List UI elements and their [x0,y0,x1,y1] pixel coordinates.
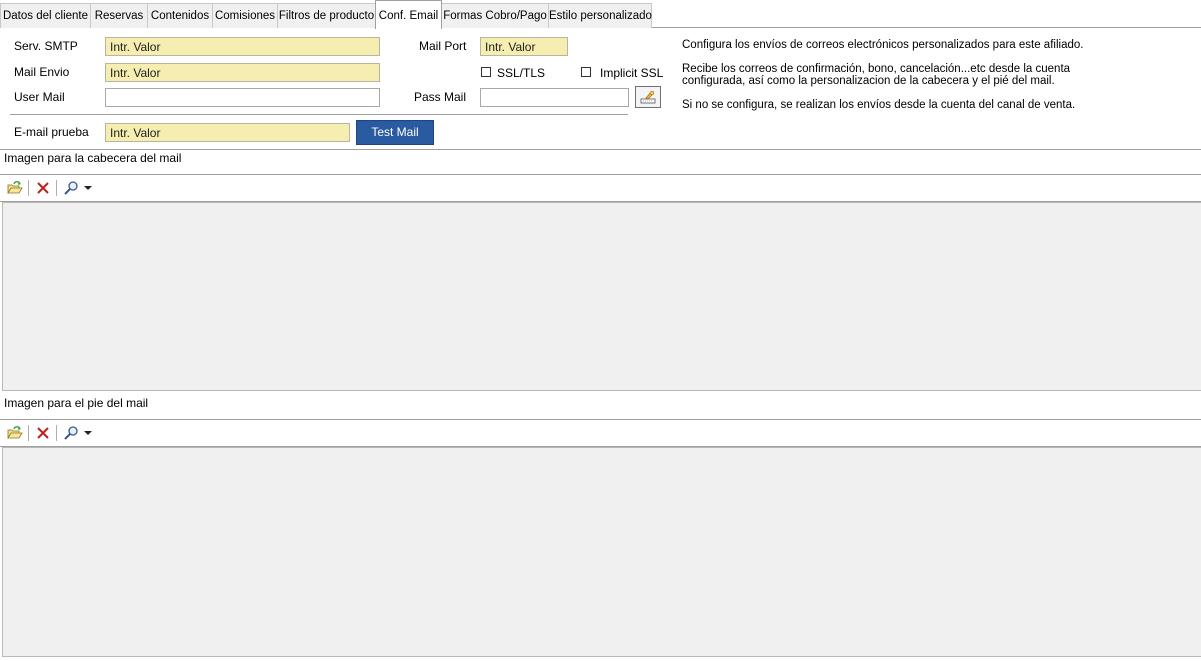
smtp-label: Serv. SMTP [14,39,78,53]
header-load-button[interactable] [6,179,24,197]
tab-bar: Datos del cliente Reservas Contenidos Co… [0,0,1201,29]
footer-delete-button[interactable] [34,424,52,442]
zoom-icon [64,181,78,195]
pass-mail-input[interactable] [480,88,629,107]
toolbar-separator [56,180,57,196]
header-zoom-button[interactable] [62,179,80,197]
email-prueba-label: E-mail prueba [14,125,89,139]
ssl-tls-checkbox[interactable] [481,67,491,77]
email-prueba-input[interactable] [105,123,350,142]
tab-reservas[interactable]: Reservas [90,3,148,28]
header-image-toolbar [0,174,1201,202]
footer-zoom-dropdown[interactable] [82,424,94,442]
show-password-button[interactable] [635,86,661,108]
tab-formas-cobro-pago[interactable]: Formas Cobro/Pago [441,3,549,28]
toolbar-separator [28,180,29,196]
section-divider [0,149,1201,150]
mail-envio-input[interactable] [105,63,380,82]
footer-image-label: Imagen para el pie del mail [4,396,149,410]
ssl-tls-label: SSL/TLS [497,66,546,80]
mail-port-label: Mail Port [419,39,467,53]
test-mail-button[interactable]: Test Mail [356,120,434,145]
folder-open-icon [7,426,23,439]
footer-zoom-button[interactable] [62,424,80,442]
form-separator [10,114,628,115]
smtp-input[interactable] [105,37,380,56]
tab-datos-del-cliente[interactable]: Datos del cliente [0,3,91,28]
user-mail-input[interactable] [105,88,380,107]
info-text-2a: Recibe los correos de confirmación, bono… [682,63,1071,75]
implicit-ssl-label: Implicit SSL [600,66,664,80]
tab-contenidos[interactable]: Contenidos [147,3,213,28]
info-text-1: Configura los envíos de correos electrón… [682,39,1084,51]
delete-x-icon [37,427,49,439]
key-icon [640,90,656,104]
implicit-ssl-checkbox[interactable] [581,67,591,77]
mail-port-input[interactable] [480,37,568,56]
header-image-label: Imagen para la cabecera del mail [4,151,182,165]
footer-image-area[interactable] [2,447,1201,657]
footer-load-button[interactable] [6,424,24,442]
header-zoom-dropdown[interactable] [82,179,94,197]
footer-image-toolbar [0,419,1201,447]
tab-filtros-de-producto[interactable]: Filtros de producto [277,3,376,28]
tab-estilo-personalizado[interactable]: Estilo personalizado [548,3,652,28]
user-mail-label: User Mail [14,90,65,104]
delete-x-icon [37,182,49,194]
header-image-area[interactable] [2,202,1201,391]
zoom-icon [64,426,78,440]
chevron-down-icon [84,185,92,190]
info-text-3: Si no se configura, se realizan los enví… [682,99,1076,111]
toolbar-separator [28,425,29,441]
pass-mail-label: Pass Mail [414,90,467,104]
tab-comisiones[interactable]: Comisiones [212,3,278,28]
info-text-2b: configurada, así como la personalizacion… [682,75,1055,87]
folder-open-icon [7,181,23,194]
mail-envio-label: Mail Envio [14,65,70,79]
chevron-down-icon [84,430,92,435]
tab-conf-email[interactable]: Conf. Email [375,0,442,29]
header-delete-button[interactable] [34,179,52,197]
toolbar-separator [56,425,57,441]
